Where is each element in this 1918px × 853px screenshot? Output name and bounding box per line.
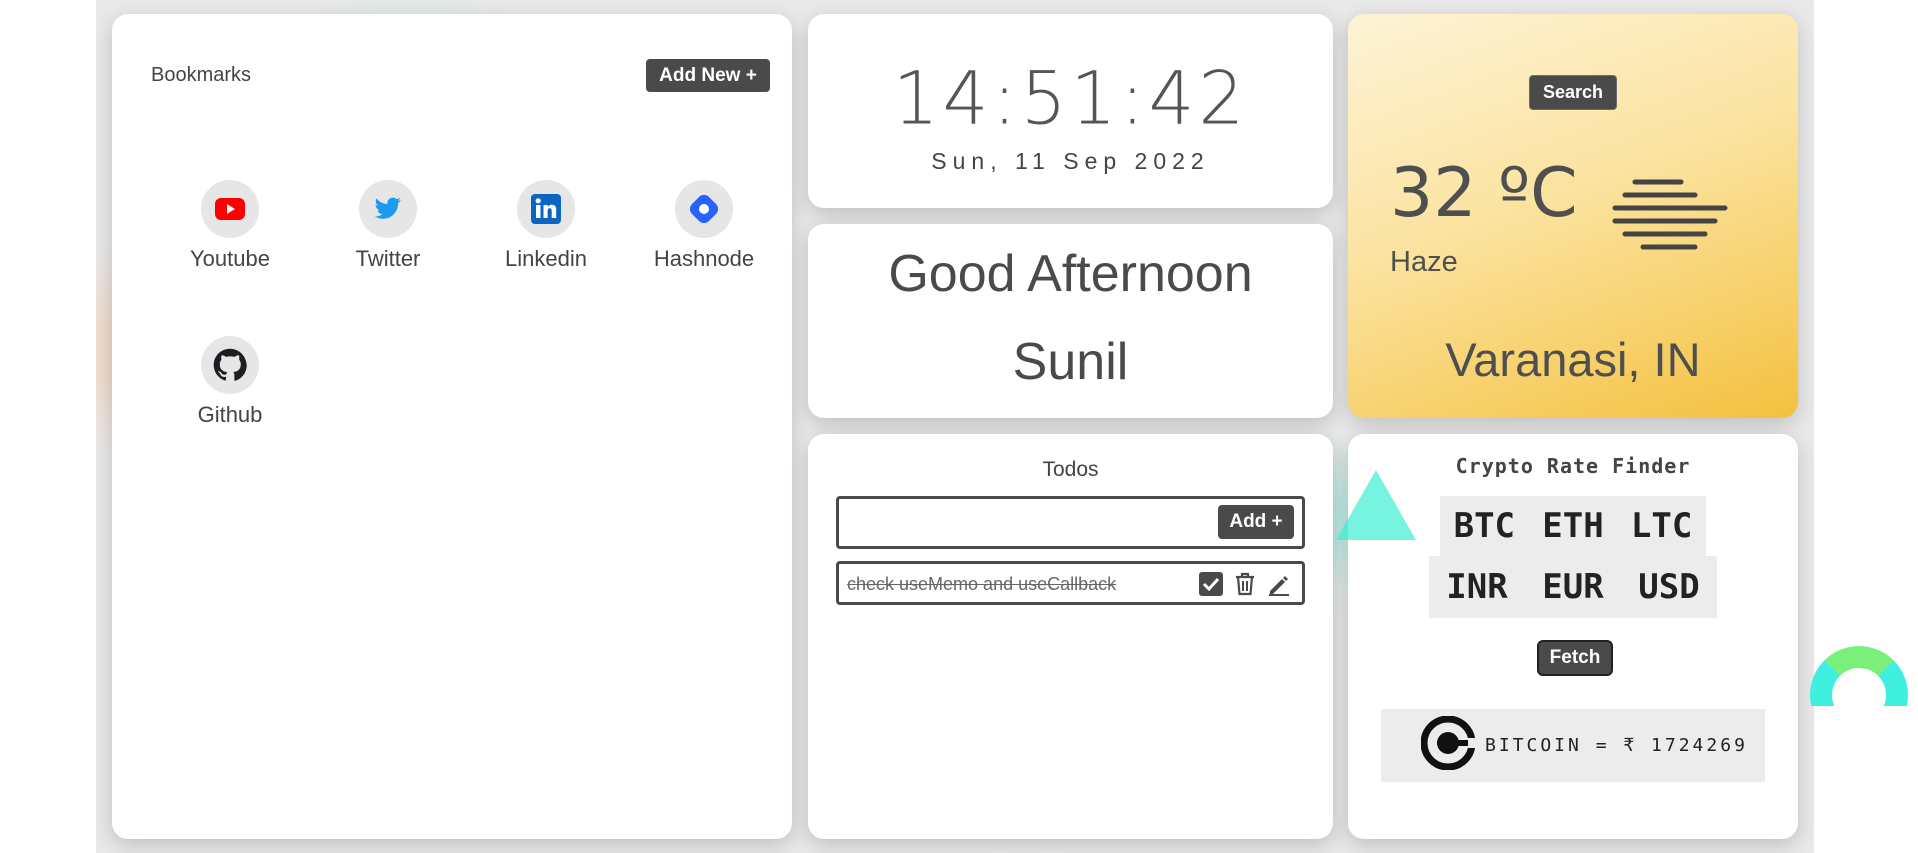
weather-location: Varanasi, IN [1445, 333, 1701, 386]
add-todo-button[interactable]: Add + [1218, 505, 1294, 539]
todos-card: Todos Add + check useMemo and useCallbac… [808, 434, 1333, 839]
coin-option-eth[interactable]: ETH [1542, 506, 1603, 546]
bookmark-twitter[interactable]: Twitter [318, 180, 458, 272]
twitter-icon [359, 180, 417, 238]
bookmarks-title: Bookmarks [151, 64, 252, 86]
weather-card: Search 32 ºC Haze Varanasi, IN [1348, 14, 1798, 418]
hashnode-icon [675, 180, 733, 238]
bitcoin-logo-icon [1420, 715, 1476, 775]
github-icon [201, 336, 259, 394]
crypto-result-text: BITCOIN = ₹ 1724269 [1485, 735, 1748, 756]
bookmark-github[interactable]: Github [160, 336, 300, 428]
todo-input[interactable] [847, 507, 1207, 539]
clock-date: Sun, 11 Sep 2022 [931, 148, 1210, 174]
weather-condition: Haze [1390, 246, 1458, 278]
currency-option-usd[interactable]: USD [1638, 567, 1699, 607]
linkedin-icon [517, 180, 575, 238]
crypto-result: BITCOIN = ₹ 1724269 [1381, 709, 1765, 782]
trash-icon[interactable] [1232, 571, 1258, 597]
bookmark-label: Twitter [355, 246, 421, 271]
user-name: Sunil [1012, 333, 1129, 391]
check-icon[interactable] [1198, 571, 1224, 597]
todo-item: check useMemo and useCallback [836, 561, 1305, 605]
bookmark-label: Hashnode [653, 246, 755, 271]
bookmark-linkedin[interactable]: Linkedin [476, 180, 616, 272]
youtube-icon [201, 180, 259, 238]
weather-temperature: 32 ºC [1390, 154, 1578, 233]
coin-selector: BTC ETH LTC [1440, 496, 1706, 556]
bookmark-label: Linkedin [505, 246, 587, 271]
bookmark-hashnode[interactable]: Hashnode [634, 180, 774, 272]
greeting-card: Good Afternoon Sunil [808, 224, 1333, 418]
greeting-text: Good Afternoon [888, 245, 1253, 303]
bookmark-label: Youtube [190, 246, 270, 271]
decorative-arc [1810, 646, 1908, 706]
currency-option-eur[interactable]: EUR [1542, 567, 1603, 607]
haze-icon [1611, 178, 1729, 259]
coin-option-btc[interactable]: BTC [1454, 506, 1515, 546]
weather-search-button[interactable]: Search [1529, 75, 1617, 110]
currency-selector: INR EUR USD [1429, 556, 1717, 618]
bookmark-youtube[interactable]: Youtube [160, 180, 300, 272]
bookmarks-card: Bookmarks Add New + Youtube Twitter Link… [112, 14, 792, 839]
add-bookmark-button[interactable]: Add New + [646, 59, 770, 92]
dashboard-background: Bookmarks Add New + Youtube Twitter Link… [96, 0, 1814, 853]
todos-title: Todos [1042, 458, 1099, 481]
clock-time: 14:51:42 [892, 55, 1249, 141]
decorative-triangle [1336, 470, 1416, 540]
clock-card: 14:51:42 Sun, 11 Sep 2022 [808, 14, 1333, 208]
bookmark-label: Github [197, 402, 263, 427]
todo-input-row: Add + [836, 496, 1305, 549]
fetch-rate-button[interactable]: Fetch [1537, 640, 1613, 676]
coin-option-ltc[interactable]: LTC [1631, 506, 1692, 546]
todo-item-text: check useMemo and useCallback [847, 574, 1117, 594]
edit-icon[interactable] [1266, 571, 1292, 597]
currency-option-inr[interactable]: INR [1446, 567, 1507, 607]
